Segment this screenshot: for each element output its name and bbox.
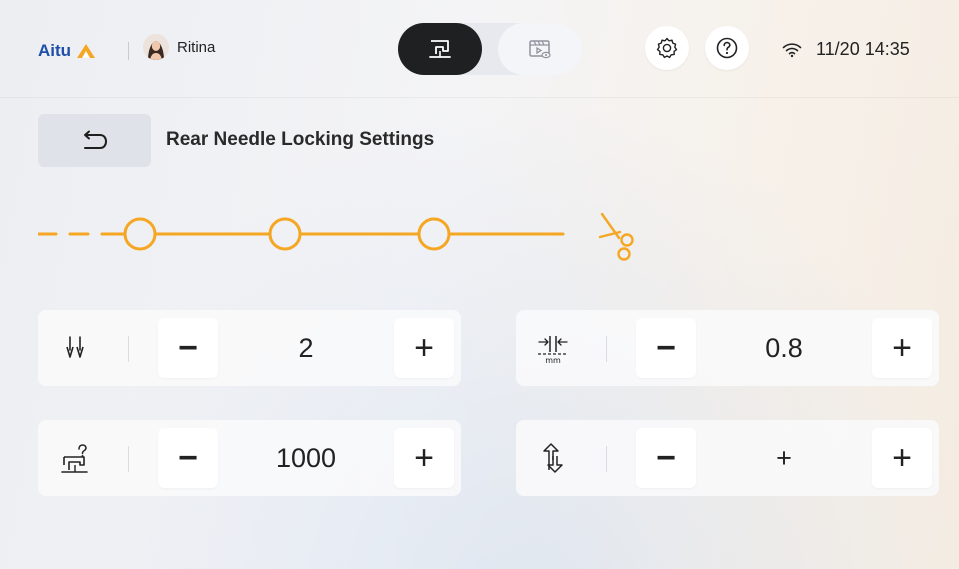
direction-value: + (776, 442, 792, 473)
scissors-icon (598, 212, 634, 261)
machine-speed-minus-button[interactable]: − (158, 428, 218, 488)
gear-icon (656, 37, 678, 59)
header-divider (128, 42, 129, 60)
page-title: Rear Needle Locking Settings (166, 129, 435, 150)
setting-card-stitch-length: mm − 0.8 + (516, 310, 939, 386)
card-separator (128, 446, 129, 472)
setting-card-needle-count: − 2 + (38, 310, 461, 386)
stitch-point-2 (268, 217, 302, 251)
plus-symbol: + (414, 329, 434, 367)
minus-symbol: − (178, 329, 198, 367)
direction-arrows-icon (530, 438, 576, 478)
avatar-image (143, 34, 169, 60)
minus-symbol: − (656, 329, 676, 367)
machine-question-icon (52, 438, 98, 478)
user-profile[interactable]: Ritina (143, 34, 215, 60)
mode-video-button[interactable] (498, 23, 582, 75)
direction-minus-button[interactable]: − (636, 428, 696, 488)
brand-logo: Aitu (38, 38, 97, 64)
needle-count-value: 2 (298, 332, 314, 363)
stitch-point-1 (123, 217, 157, 251)
stitch-length-mm-icon: mm (530, 328, 576, 368)
needle-count-minus-button[interactable]: − (158, 318, 218, 378)
user-name: Ritina (177, 38, 216, 56)
machine-speed-plus-button[interactable]: + (394, 428, 454, 488)
back-arrow-icon (83, 130, 107, 149)
plus-symbol: + (892, 329, 912, 367)
status-area: 11/20 14:35 (782, 39, 910, 60)
card-separator (606, 336, 607, 362)
mode-switch (398, 23, 582, 75)
machine-speed-value: 1000 (275, 442, 337, 473)
wifi-icon (782, 42, 802, 57)
stitch-diagram (38, 212, 634, 261)
top-bar: Aitu Ritina 11/20 14:35 (0, 0, 959, 98)
setting-card-direction: − + + (516, 420, 939, 496)
direction-plus-button[interactable]: + (872, 428, 932, 488)
datetime: 11/20 14:35 (816, 39, 910, 59)
stitch-length-minus-button[interactable]: − (636, 318, 696, 378)
question-icon (716, 37, 738, 59)
plus-symbol: + (892, 439, 912, 477)
settings-button[interactable] (645, 26, 689, 70)
avatar (143, 34, 169, 60)
sewing-machine-icon (429, 40, 451, 58)
video-playback-icon (529, 40, 551, 59)
needle-count-icon (52, 328, 98, 368)
svg-text:mm: mm (545, 356, 561, 365)
stitch-length-value: 0.8 (765, 332, 803, 363)
plus-symbol: + (414, 439, 434, 477)
stitch-point-3 (417, 217, 451, 251)
mode-sewing-button[interactable] (398, 23, 482, 75)
setting-card-machine-speed: − 1000 + (38, 420, 461, 496)
card-separator (606, 446, 607, 472)
back-button[interactable] (38, 114, 151, 167)
aitu-logo-icon (77, 44, 96, 58)
stitch-length-plus-button[interactable]: + (872, 318, 932, 378)
minus-symbol: − (656, 439, 676, 477)
minus-symbol: − (178, 439, 198, 477)
needle-count-plus-button[interactable]: + (394, 318, 454, 378)
help-button[interactable] (705, 26, 749, 70)
brand-name: Aitu (38, 41, 72, 60)
card-separator (128, 336, 129, 362)
